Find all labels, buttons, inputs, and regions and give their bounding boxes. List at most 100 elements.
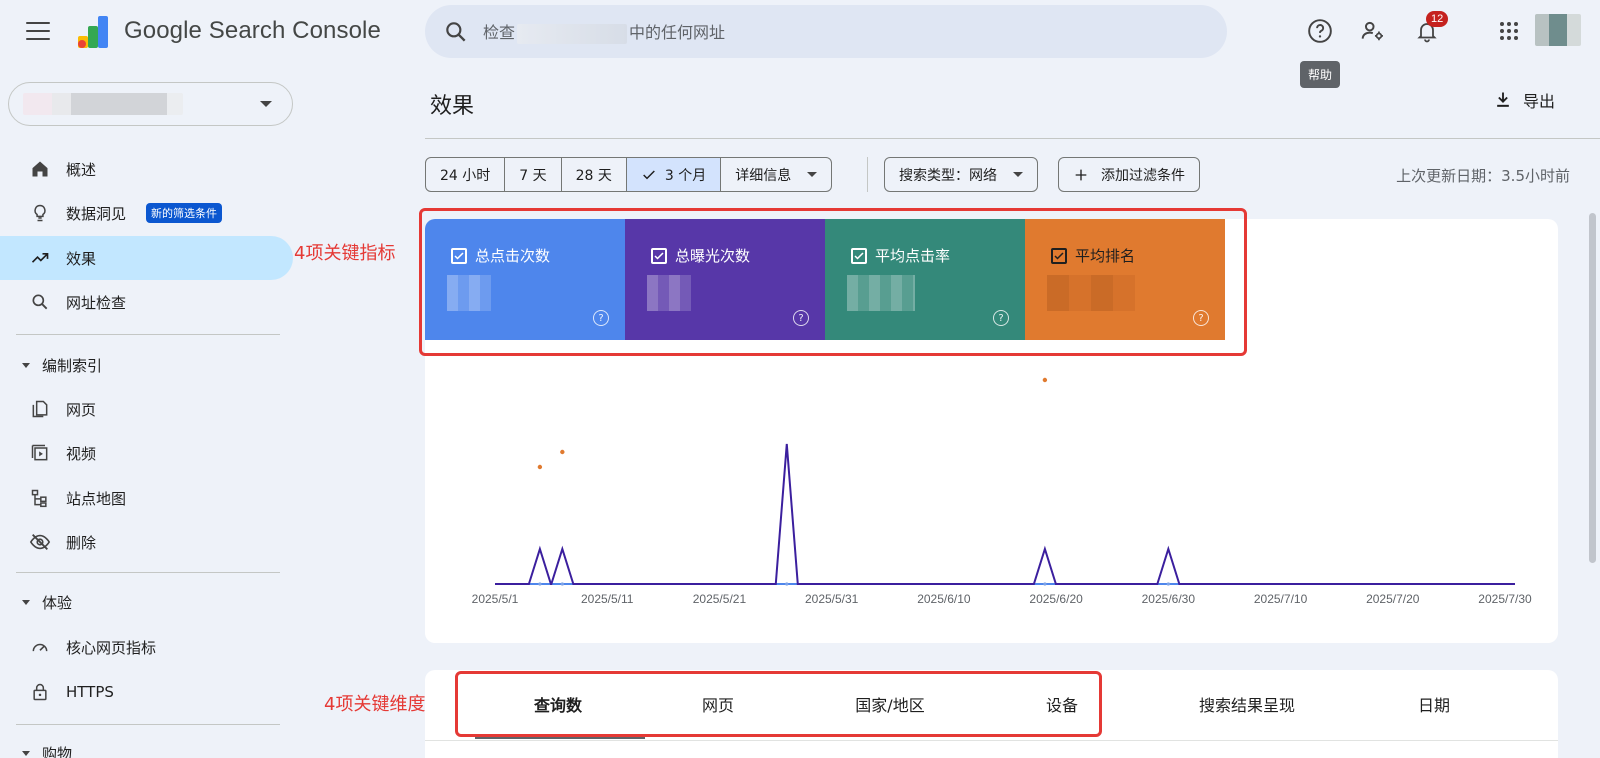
section-label: 购物 xyxy=(42,745,73,758)
sidebar-item-label: 核心网页指标 xyxy=(66,638,157,657)
impressions-point xyxy=(560,582,564,586)
sidebar-item-sitemaps[interactable]: 站点地图 xyxy=(0,476,293,520)
tab-countries[interactable]: 国家/地区 xyxy=(855,692,924,716)
x-tick-label: 2025/5/31 xyxy=(805,592,859,606)
x-tick-label: 2025/7/10 xyxy=(1254,592,1308,606)
sidebar-item-label: 删除 xyxy=(66,533,97,552)
impressions-series-line xyxy=(495,443,1515,585)
export-button[interactable]: 导出 xyxy=(1493,88,1555,112)
position-point xyxy=(1042,377,1048,383)
dropdown-arrow-icon xyxy=(260,101,272,107)
range-7d-button[interactable]: 7 天 xyxy=(505,158,562,191)
section-experience[interactable]: 体验 xyxy=(22,592,72,613)
video-icon xyxy=(28,441,52,465)
search-type-filter[interactable]: 搜索类型：网络 xyxy=(884,157,1038,192)
sidebar-item-label: 效果 xyxy=(66,249,97,268)
collapse-arrow-icon xyxy=(22,600,30,605)
sidebar-item-label: 网页 xyxy=(66,400,97,419)
home-icon xyxy=(28,157,52,181)
sidebar-item-overview[interactable]: 概述 xyxy=(0,147,293,191)
impressions-point xyxy=(1043,582,1047,586)
search-placeholder-prefix: 检查 xyxy=(483,23,516,43)
section-label: 编制索引 xyxy=(42,357,103,375)
collapse-arrow-icon xyxy=(22,363,30,368)
range-3m-button[interactable]: 3 个月 xyxy=(626,158,722,191)
tab-pages[interactable]: 网页 xyxy=(702,692,734,716)
performance-chart-card: 总点击次数 ? 总曝光次数 ? 平均点击率 ? 平均排名 ? 2025/5/1 2… xyxy=(425,219,1558,643)
x-tick-label: 2025/7/30 xyxy=(1478,592,1532,606)
tab-dates[interactable]: 日期 xyxy=(1418,692,1450,716)
page-title: 效果 xyxy=(430,94,475,119)
check-icon xyxy=(643,169,655,179)
sidebar-divider xyxy=(16,724,280,725)
lock-icon xyxy=(28,680,52,704)
x-tick-label: 2025/5/1 xyxy=(472,592,519,606)
property-selector[interactable] xyxy=(8,82,293,126)
filter-separator xyxy=(867,157,868,192)
details-label: 详细信息 xyxy=(735,167,792,184)
url-inspect-search[interactable]: 检查 中的任何网址 xyxy=(425,5,1227,58)
trending-up-icon xyxy=(28,246,52,270)
search-placeholder: 检查 中的任何网址 xyxy=(483,19,725,44)
lightbulb-icon xyxy=(28,201,52,225)
sidebar-item-removals[interactable]: 删除 xyxy=(0,520,293,564)
performance-line-chart: 2025/5/1 2025/5/11 2025/5/21 2025/5/31 2025/… xyxy=(472,377,1532,606)
sidebar-item-url-inspection[interactable]: 网址检查 xyxy=(0,280,293,324)
sidebar-item-core-web-vitals[interactable]: 核心网页指标 xyxy=(0,625,293,669)
apps-grid-icon xyxy=(1500,22,1518,40)
collapse-arrow-icon xyxy=(22,751,30,756)
sidebar-item-performance[interactable]: 效果 xyxy=(0,236,293,280)
impressions-point xyxy=(1166,582,1170,586)
x-tick-label: 2025/5/21 xyxy=(693,592,747,606)
range-28d-button[interactable]: 28 天 xyxy=(562,158,627,191)
impressions-point xyxy=(785,582,789,586)
section-label: 体验 xyxy=(42,594,73,612)
section-shopping[interactable]: 购物 xyxy=(22,743,72,758)
sidebar-item-insights[interactable]: 数据洞见 新的筛选条件 xyxy=(0,191,293,235)
metrics-annotation: 4项关键指标 xyxy=(294,243,396,264)
dropdown-arrow-icon xyxy=(807,172,818,177)
range-24h-button[interactable]: 24 小时 xyxy=(426,158,506,191)
sidebar-item-label: 站点地图 xyxy=(66,489,127,508)
range-label: 24 小时 xyxy=(440,167,491,184)
notifications-button[interactable]: 12 xyxy=(1412,11,1449,46)
user-settings-button[interactable] xyxy=(1358,16,1388,46)
export-label: 导出 xyxy=(1523,92,1556,111)
last-update-text: 上次更新日期：3.5小时前 xyxy=(1396,167,1570,185)
tab-queries[interactable]: 查询数 xyxy=(534,692,582,716)
sidebar-divider xyxy=(16,572,280,573)
sitemap-icon xyxy=(28,486,52,510)
x-tick-label: 2025/7/20 xyxy=(1366,592,1420,606)
range-label: 3 个月 xyxy=(664,167,707,184)
sidebar-item-videos[interactable]: 视频 xyxy=(0,431,293,475)
apps-button[interactable] xyxy=(1494,16,1524,46)
sidebar-item-label: 网址检查 xyxy=(66,293,127,312)
range-label: 7 天 xyxy=(519,167,547,184)
section-indexing[interactable]: 编制索引 xyxy=(22,355,102,376)
search-icon xyxy=(28,290,52,314)
tab-search-appearance[interactable]: 搜索结果呈现 xyxy=(1199,692,1295,716)
search-console-logo xyxy=(78,16,108,48)
account-avatar[interactable] xyxy=(1535,14,1581,46)
scrollbar-thumb[interactable] xyxy=(1589,213,1596,563)
tab-divider xyxy=(425,740,1558,741)
speed-icon xyxy=(28,635,52,659)
help-tooltip: 帮助 xyxy=(1300,61,1341,88)
help-button[interactable] xyxy=(1305,16,1335,46)
visibility-off-icon xyxy=(28,530,52,554)
add-filter-button[interactable]: 添加过滤条件 xyxy=(1058,157,1200,192)
x-tick-label: 2025/5/11 xyxy=(581,592,634,606)
x-tick-label: 2025/6/30 xyxy=(1142,592,1196,606)
menu-icon[interactable] xyxy=(26,22,50,40)
dropdown-arrow-icon xyxy=(1013,172,1023,177)
manage-accounts-icon xyxy=(1361,21,1383,41)
sidebar-item-pages[interactable]: 网页 xyxy=(0,387,293,431)
sidebar-item-label: 视频 xyxy=(66,444,97,463)
sidebar-item-https[interactable]: HTTPS xyxy=(0,670,293,714)
tab-devices[interactable]: 设备 xyxy=(1046,692,1078,716)
scrollbar[interactable] xyxy=(1585,205,1600,758)
download-icon xyxy=(1497,92,1509,107)
date-details-dropdown[interactable]: 详细信息 xyxy=(721,158,831,191)
filter-label: 搜索类型：网络 xyxy=(899,167,997,184)
sidebar-item-label: 数据洞见 xyxy=(66,204,127,223)
